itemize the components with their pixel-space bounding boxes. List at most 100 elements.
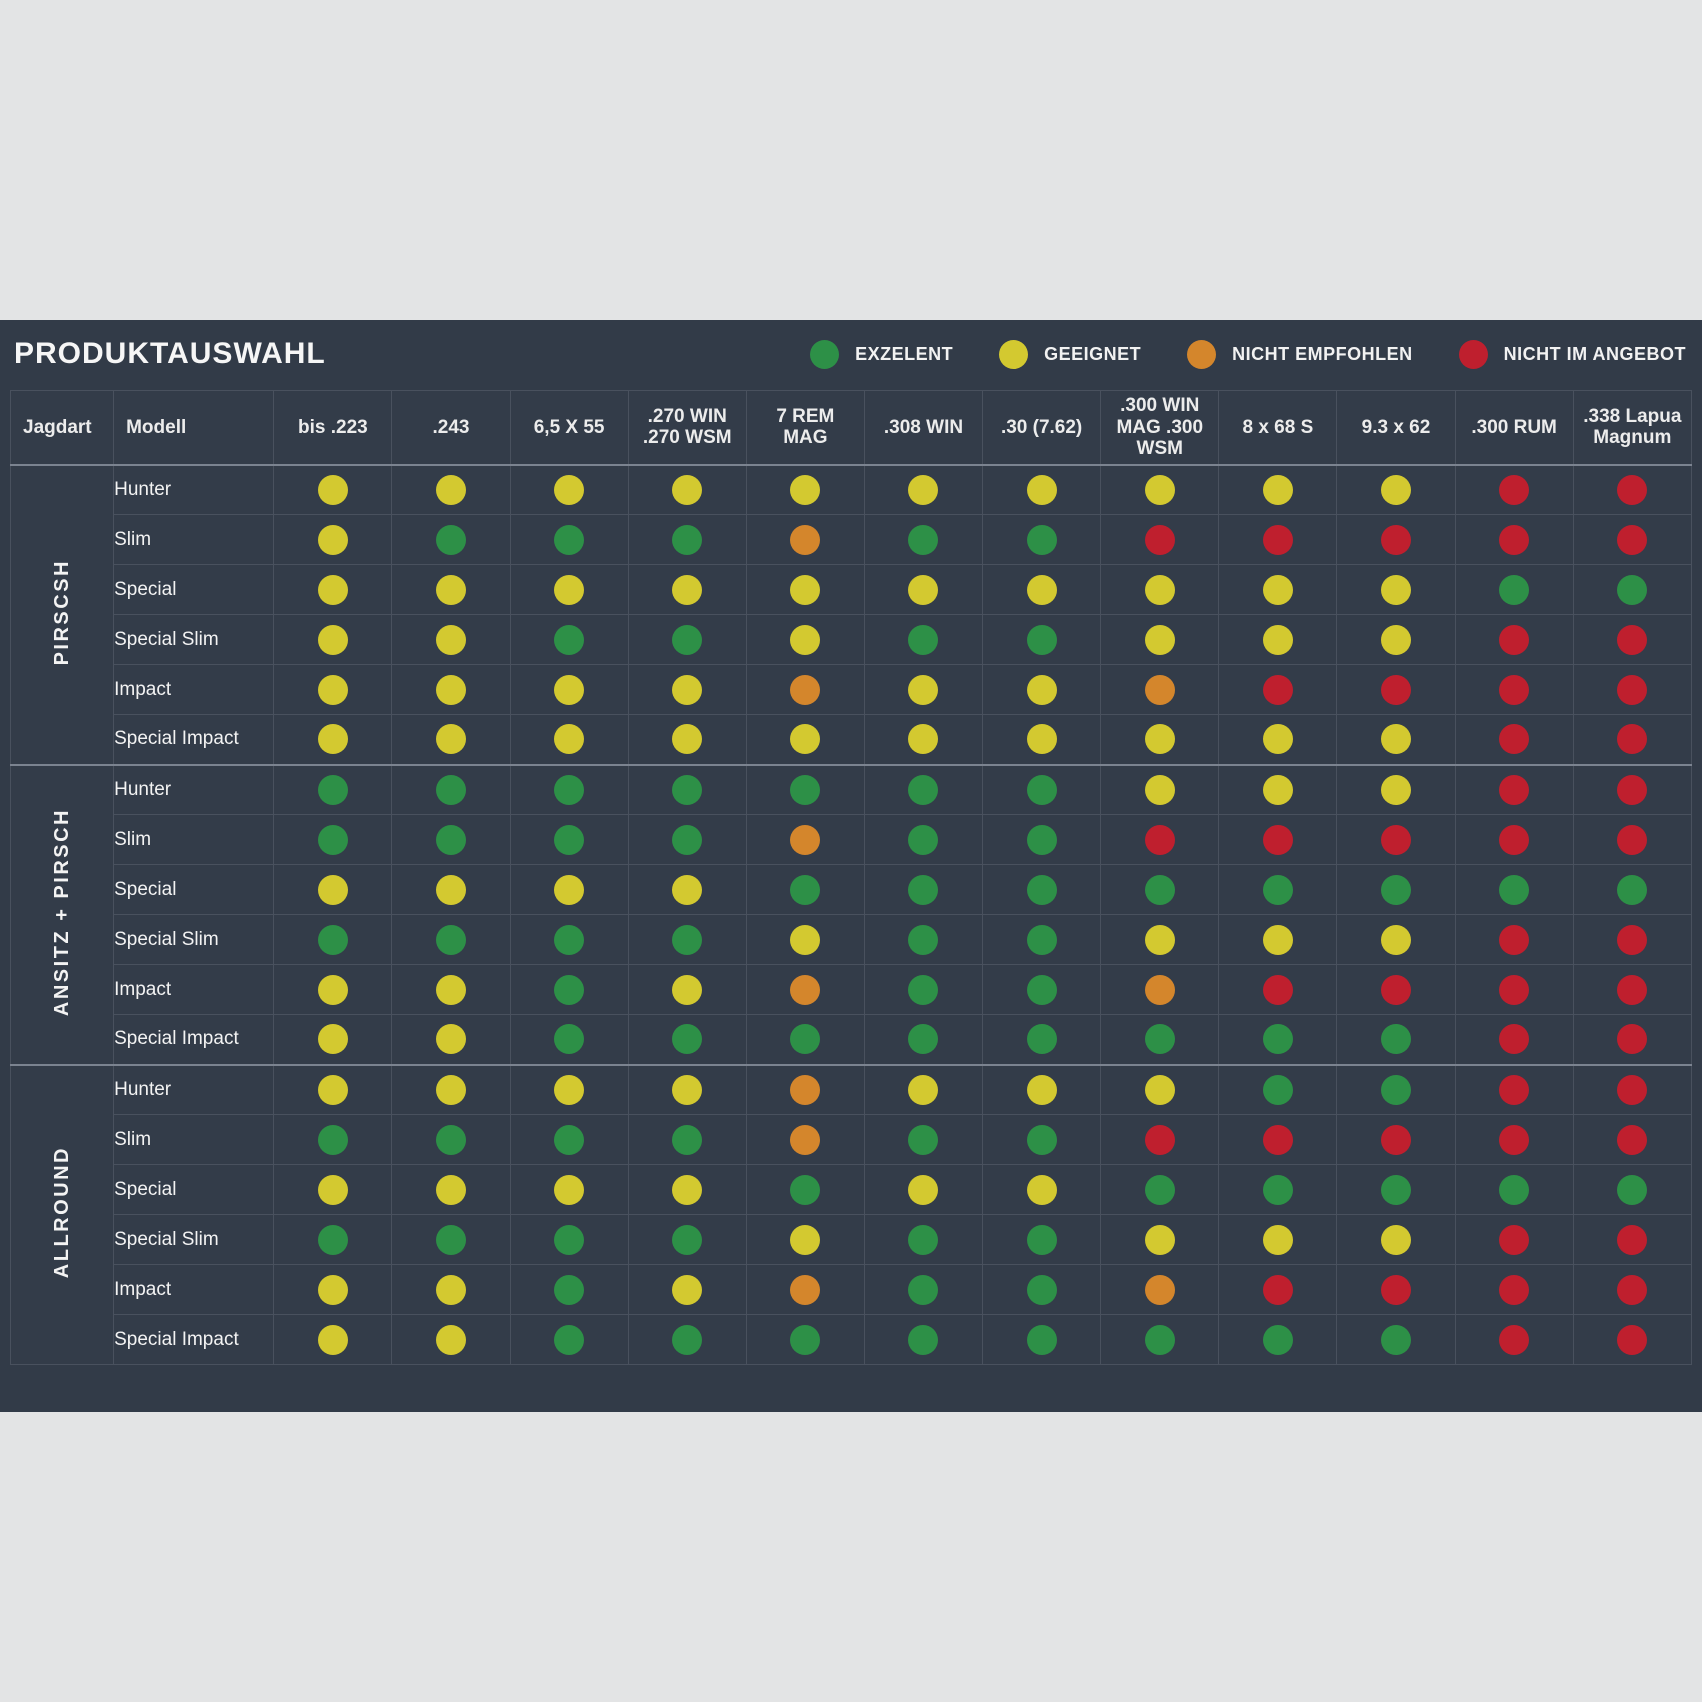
status-dot-icon [908,675,938,705]
status-dot-icon [1499,825,1529,855]
status-dot-icon [1027,675,1057,705]
product-table: JagdartModellbis .223.2436,5 X 55.270 WI… [10,390,1692,1365]
grid-cell [1101,1015,1219,1065]
status-dot-icon [908,475,938,505]
grid-cell [746,1315,864,1365]
table-row: Slim [11,815,1692,865]
grid-cell [1573,715,1691,765]
grid-cell [983,1315,1101,1365]
status-dot-icon [1381,1275,1411,1305]
grid-cell [1219,815,1337,865]
grid-cell [274,1265,392,1315]
status-dot-icon [1027,1225,1057,1255]
grid-cell [1455,515,1573,565]
grid-cell [1455,1315,1573,1365]
table-row: Impact [11,665,1692,715]
status-dot-icon [790,625,820,655]
model-label: Special [114,865,274,915]
grid-cell [1337,715,1455,765]
status-dot-icon [318,525,348,555]
grid-cell [274,615,392,665]
grid-cell [746,565,864,615]
status-dot-icon [1027,925,1057,955]
status-dot-icon [1381,525,1411,555]
status-dot-icon [1499,1075,1529,1105]
model-label: Special Slim [114,915,274,965]
status-dot-icon [318,475,348,505]
grid-cell [392,615,510,665]
grid-cell [1219,1265,1337,1315]
grid-cell [864,1215,982,1265]
grid-cell [1219,465,1337,515]
status-dot-icon [554,1075,584,1105]
table-row: Special [11,565,1692,615]
grid-cell [392,665,510,715]
model-label: Special [114,565,274,615]
grid-cell [746,1265,864,1315]
status-dot-icon [1145,1125,1175,1155]
grid-cell [746,665,864,715]
status-dot-icon [1263,1175,1293,1205]
model-label: Impact [114,965,274,1015]
grid-cell [1101,1165,1219,1215]
status-dot-icon [436,1125,466,1155]
grid-cell [1455,1065,1573,1115]
status-dot-icon [1027,575,1057,605]
grid-cell [274,1165,392,1215]
status-dot-icon [908,825,938,855]
grid-cell [746,1015,864,1065]
grid-cell [1455,815,1573,865]
status-dot-icon [554,875,584,905]
status-dot-icon [1381,1325,1411,1355]
status-dot-icon [908,724,938,754]
grid-cell [392,715,510,765]
grid-cell [983,865,1101,915]
grid-cell [1573,815,1691,865]
grid-cell [628,1265,746,1315]
status-dot-icon [790,675,820,705]
status-dot-icon [1027,724,1057,754]
grid-cell [746,515,864,565]
grid-cell [1337,515,1455,565]
table-row: Special [11,1165,1692,1215]
status-dot-icon [318,975,348,1005]
status-dot-icon [1617,1024,1647,1054]
status-dot-icon [908,875,938,905]
status-dot-icon [1263,1075,1293,1105]
grid-cell [628,1065,746,1115]
table-row: PIRSCSHHunter [11,465,1692,515]
status-dot-icon [1499,675,1529,705]
status-dot-icon [1381,625,1411,655]
group-cell: ALLROUND [11,1065,114,1365]
status-dot-icon [1499,1275,1529,1305]
status-dot-icon [1499,475,1529,505]
grid-cell [628,515,746,565]
column-header: .30 (7.62) [983,391,1101,465]
status-dot-icon [1499,875,1529,905]
status-dot-icon [1027,775,1057,805]
grid-cell [1573,1165,1691,1215]
grid-cell [1455,915,1573,965]
group-label: ANSITZ + PIRSCH [51,808,74,1016]
legend-label: NICHT EMPFOHLEN [1232,344,1413,365]
grid-cell [1101,1265,1219,1315]
grid-cell [1337,1215,1455,1265]
column-header: 8 x 68 S [1219,391,1337,465]
grid-cell [510,1115,628,1165]
status-dot-icon [908,775,938,805]
status-dot-icon [1145,875,1175,905]
status-dot-icon [554,1175,584,1205]
grid-cell [510,965,628,1015]
grid-cell [510,565,628,615]
column-header: 7 REMMAG [746,391,864,465]
status-dot-icon [1263,475,1293,505]
status-dot-icon [908,1075,938,1105]
grid-cell [628,465,746,515]
table-row: Special Impact [11,1315,1692,1365]
grid-cell [1337,765,1455,815]
status-dot-icon [1263,1275,1293,1305]
status-dot-icon [1617,724,1647,754]
grid-cell [392,565,510,615]
status-dot-icon [908,1225,938,1255]
column-header: Modell [114,391,274,465]
